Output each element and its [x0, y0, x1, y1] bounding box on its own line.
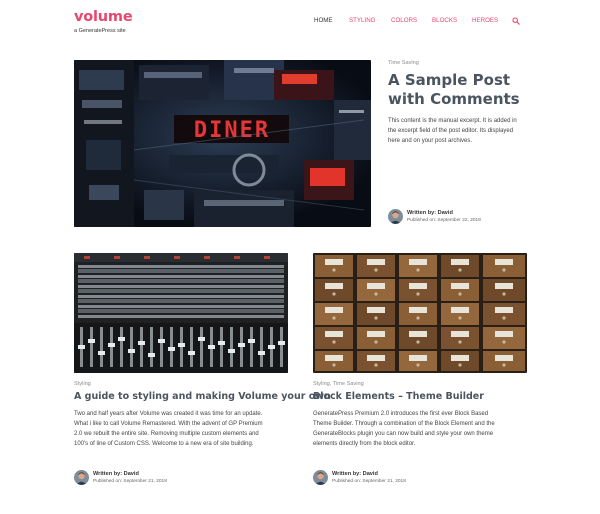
nav-item-heroes[interactable]: HEROES — [472, 16, 498, 26]
excerpt-line: GeneratePress Premium 2.0 introduces the… — [313, 411, 489, 417]
post-category[interactable]: Styling, Time Saving — [313, 380, 364, 388]
post-excerpt: Two and half years after Volume was crea… — [74, 409, 299, 449]
excerpt-line: This content is the manual excerpt. It i… — [388, 118, 517, 124]
nav-item-colors[interactable]: COLORS — [391, 16, 417, 26]
featured-post-title[interactable]: A Sample Post with Comments — [388, 71, 538, 109]
post-excerpt: GeneratePress Premium 2.0 introduces the… — [313, 409, 538, 449]
author-avatar[interactable] — [388, 209, 403, 224]
main-navigation: HOME STYLING COLORS BLOCKS HEROES — [0, 16, 600, 26]
author-name[interactable]: Written by: David — [93, 471, 167, 478]
nav-item-home[interactable]: HOME — [314, 16, 333, 26]
author-name[interactable]: Written by: David — [407, 210, 481, 217]
featured-post-category[interactable]: Time Saving — [388, 59, 419, 67]
featured-post-title-line[interactable]: A Sample Post — [388, 71, 538, 90]
excerpt-line: GenerateBlocks plugin you can now build … — [313, 431, 494, 437]
post-category[interactable]: Styling — [74, 380, 91, 388]
post-title[interactable]: A guide to styling and making Volume you… — [74, 390, 331, 403]
post-byline: Written by: David Published on: Septembe… — [74, 470, 214, 486]
author-name[interactable]: Written by: David — [332, 471, 406, 478]
post-image-mixer[interactable] — [74, 253, 288, 373]
excerpt-line: Theme Builder. Through a combination of … — [313, 421, 495, 427]
search-icon[interactable] — [512, 17, 520, 25]
excerpt-line: Two and half years after Volume was crea… — [74, 411, 263, 417]
nav-item-styling[interactable]: STYLING — [349, 16, 375, 26]
author-avatar[interactable] — [313, 470, 328, 485]
post-date: Published on: September 21, 2018 — [332, 479, 406, 484]
excerpt-line: elements directly from the block editor. — [313, 441, 416, 447]
nav-item-blocks[interactable]: BLOCKS — [432, 16, 457, 26]
post-byline: Written by: David Published on: Septembe… — [313, 470, 453, 486]
excerpt-line: here and on your post archives. — [388, 138, 473, 144]
site-tagline: a GeneratePress site — [74, 28, 126, 34]
excerpt-line: 2.0 we rebuilt the entire site. Removing… — [74, 431, 259, 437]
excerpt-line: What i like to call Volume Remastered. W… — [74, 421, 263, 427]
excerpt-line: 100's of line of Custom CSS. Welcome to … — [74, 441, 254, 447]
post-date: Published on: September 22, 2018 — [407, 218, 481, 223]
featured-post-title-line[interactable]: with Comments — [388, 90, 538, 109]
svg-text:DINER: DINER — [194, 118, 270, 143]
author-avatar[interactable] — [74, 470, 89, 485]
post-date: Published on: September 21, 2018 — [93, 479, 167, 484]
post-image-drawers[interactable] — [313, 253, 527, 373]
featured-post-excerpt: This content is the manual excerpt. It i… — [388, 116, 538, 146]
post-title[interactable]: Block Elements – Theme Builder — [313, 390, 484, 403]
excerpt-line: the excerpt field of the post editor. It… — [388, 128, 514, 134]
featured-post-image[interactable]: DINER — [74, 60, 371, 227]
site-header: volume a GeneratePress site HOME STYLING… — [0, 0, 600, 45]
featured-post-byline: Written by: David Published on: Septembe… — [388, 209, 528, 225]
